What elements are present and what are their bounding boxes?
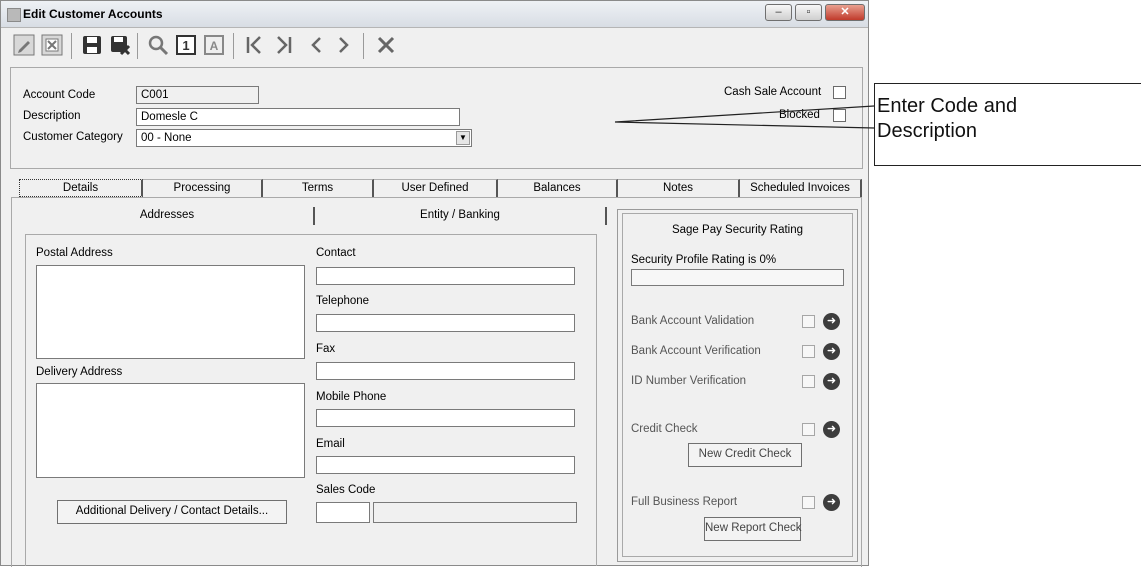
delete-icon[interactable] <box>373 32 399 58</box>
cash-sale-checkbox[interactable] <box>833 86 846 99</box>
sales-code-description <box>373 502 577 523</box>
tab-scheduled-invoices[interactable]: Scheduled Invoices <box>740 179 862 197</box>
additional-details-button[interactable]: Additional Delivery / Contact Details... <box>57 500 287 524</box>
save-close-icon[interactable] <box>107 32 133 58</box>
credit-check-checkbox <box>802 423 815 436</box>
callout-line-2: Description <box>877 120 978 142</box>
sagepay-title: Sage Pay Security Rating <box>671 224 804 236</box>
contact-label: Contact <box>316 247 356 259</box>
new-credit-check-button[interactable]: New Credit Check <box>688 443 802 467</box>
main-tab-strip: Details Processing Terms User Defined Ba… <box>19 179 862 197</box>
blocked-checkbox[interactable] <box>833 109 846 122</box>
description-field[interactable]: Domesle C <box>136 108 460 126</box>
id-verification-arrow-icon[interactable]: ➜ <box>823 373 840 390</box>
tab-notes[interactable]: Notes <box>618 179 740 197</box>
full-business-report-label: Full Business Report <box>631 496 738 508</box>
full-report-arrow-icon[interactable]: ➜ <box>823 494 840 511</box>
toolbar: 1 A <box>1 27 868 63</box>
blocked-label: Blocked <box>779 109 820 121</box>
sagepay-panel: Sage Pay Security Rating Security Profil… <box>617 209 858 562</box>
last-record-icon[interactable] <box>271 32 297 58</box>
telephone-label: Telephone <box>316 295 370 307</box>
tab-processing[interactable]: Processing <box>143 179 263 197</box>
window-title: Edit Customer Accounts <box>23 7 163 21</box>
security-rating-progress-bar <box>631 269 844 286</box>
email-label: Email <box>316 438 345 450</box>
previous-record-icon[interactable] <box>303 32 329 58</box>
email-field[interactable] <box>316 456 575 474</box>
sales-code-field[interactable] <box>316 502 370 523</box>
bank-validation-arrow-icon[interactable]: ➜ <box>823 313 840 330</box>
record-one-icon[interactable]: 1 <box>173 32 199 58</box>
delivery-address-textarea[interactable] <box>36 383 305 478</box>
description-label: Description <box>23 110 81 122</box>
bank-validation-label: Bank Account Validation <box>631 315 755 327</box>
toolbar-separator <box>233 33 234 59</box>
sales-code-label: Sales Code <box>316 484 376 496</box>
first-record-icon[interactable] <box>241 32 267 58</box>
customer-category-select[interactable]: 00 - None ▼ <box>136 129 472 147</box>
fax-label: Fax <box>316 343 336 355</box>
postal-address-textarea[interactable] <box>36 265 305 359</box>
credit-check-label: Credit Check <box>631 423 698 435</box>
postal-address-label: Postal Address <box>36 247 113 259</box>
telephone-field[interactable] <box>316 314 575 332</box>
record-all-icon[interactable]: A <box>201 32 227 58</box>
cancel-edit-icon[interactable] <box>39 32 65 58</box>
account-code-field[interactable]: C001 <box>136 86 259 104</box>
sagepay-inner-panel: Sage Pay Security Rating Security Profil… <box>622 213 853 557</box>
fax-field[interactable] <box>316 362 575 380</box>
callout-text: Enter Code and Description <box>877 94 1017 144</box>
tab-details[interactable]: Details <box>19 179 143 197</box>
security-profile-rating-label: Security Profile Rating is 0% <box>631 254 777 266</box>
app-icon <box>7 8 21 22</box>
tab-balances[interactable]: Balances <box>498 179 618 197</box>
contact-field[interactable] <box>316 267 575 285</box>
account-header-panel: Account Code C001 Description Domesle C … <box>10 67 863 169</box>
next-record-icon[interactable] <box>331 32 357 58</box>
bank-verification-arrow-icon[interactable]: ➜ <box>823 343 840 360</box>
subtab-entity-banking[interactable]: Entity / Banking <box>315 207 607 225</box>
addresses-panel: Postal Address Delivery Address Addition… <box>25 234 597 566</box>
maximize-button[interactable]: ▫ <box>795 4 822 21</box>
edit-icon[interactable] <box>11 32 37 58</box>
svg-text:1: 1 <box>182 38 189 53</box>
credit-check-arrow-icon[interactable]: ➜ <box>823 421 840 438</box>
delivery-address-label: Delivery Address <box>36 366 123 378</box>
svg-text:A: A <box>210 39 219 53</box>
subtab-addresses[interactable]: Addresses <box>21 207 315 225</box>
bank-validation-checkbox <box>802 315 815 328</box>
mobile-phone-label: Mobile Phone <box>316 391 387 403</box>
title-bar: Edit Customer Accounts – ▫ ✕ <box>1 1 868 28</box>
toolbar-separator <box>363 33 364 59</box>
close-button[interactable]: ✕ <box>825 4 865 21</box>
customer-category-value: 00 - None <box>141 132 192 144</box>
customer-category-label: Customer Category <box>23 131 123 143</box>
cash-sale-label: Cash Sale Account <box>724 86 822 98</box>
callout-line-1: Enter Code and <box>877 95 1018 117</box>
id-verification-checkbox <box>802 375 815 388</box>
new-report-check-button[interactable]: New Report Check <box>704 517 802 541</box>
save-icon[interactable] <box>79 32 105 58</box>
callout-box: Enter Code and Description <box>874 83 1141 166</box>
account-code-label: Account Code <box>23 89 96 101</box>
full-report-checkbox <box>802 496 815 509</box>
toolbar-separator <box>71 33 72 59</box>
mobile-phone-field[interactable] <box>316 409 575 427</box>
edit-customer-window: Edit Customer Accounts – ▫ ✕ 1 A Account… <box>0 0 869 567</box>
minimize-button[interactable]: – <box>765 4 792 21</box>
tab-user-defined[interactable]: User Defined <box>374 179 498 197</box>
tab-terms[interactable]: Terms <box>263 179 374 197</box>
chevron-down-icon[interactable]: ▼ <box>456 131 470 145</box>
id-verification-label: ID Number Verification <box>631 375 747 387</box>
bank-verification-label: Bank Account Verification <box>631 345 761 357</box>
search-icon[interactable] <box>145 32 171 58</box>
toolbar-separator <box>137 33 138 59</box>
bank-verification-checkbox <box>802 345 815 358</box>
